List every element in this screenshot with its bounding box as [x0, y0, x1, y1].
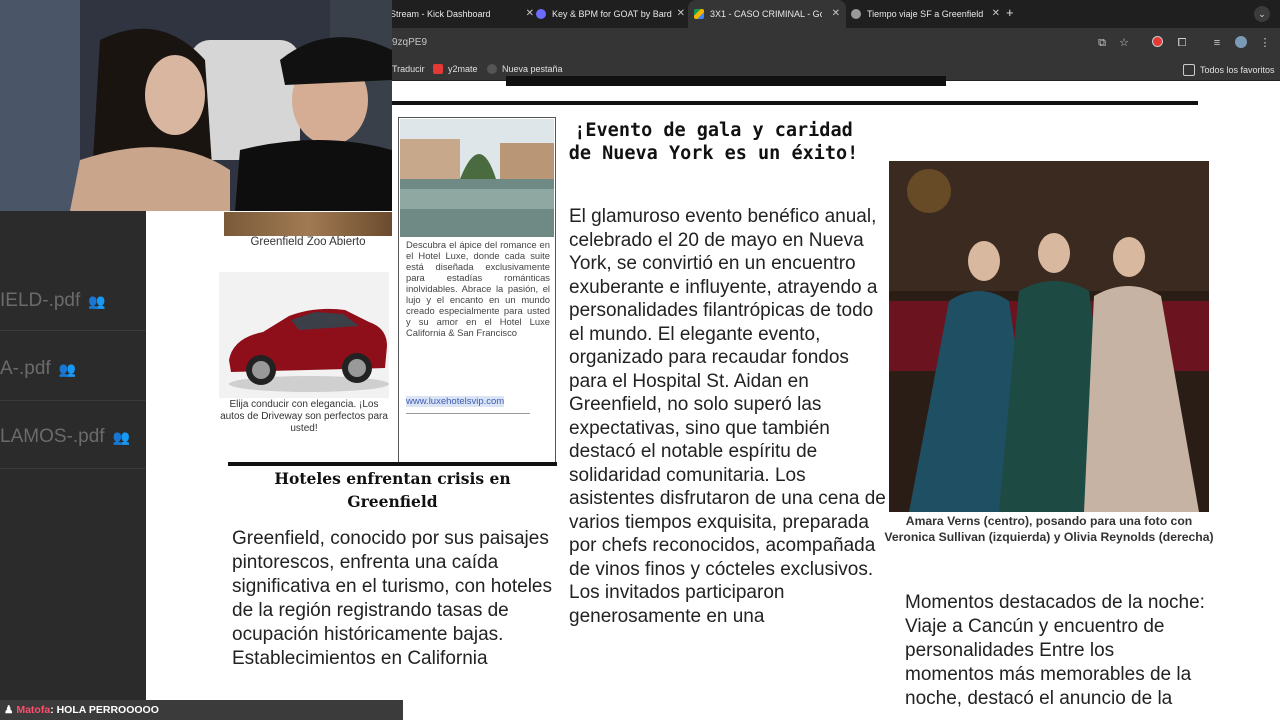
drive-file-panel: IELD-.pdf 👥 A-.pdf 👥 LAMOS-.pdf 👥	[0, 210, 146, 720]
newspaper-masthead	[506, 71, 946, 95]
tab-title: 3X1 - CASO CRIMINAL - Goo	[710, 9, 822, 19]
left-article-text: Greenfield, conocido por sus paisajes pi…	[232, 528, 552, 645]
left-article-body: Greenfield, conocido por sus paisajes pi…	[232, 527, 552, 671]
chevron-down-icon[interactable]: ⌄	[1254, 6, 1270, 22]
shared-icon: 👥	[88, 293, 106, 309]
tab-title: Key & BPM for GOAT by Bard	[552, 9, 672, 19]
car-ad-image	[219, 272, 389, 398]
gala-photo	[889, 161, 1209, 512]
y2mate-icon	[433, 64, 443, 74]
bookmark-label: Todos los favoritos	[1200, 65, 1275, 75]
left-headline: Hoteles enfrentan crisis en Greenfield	[274, 469, 511, 511]
main-article-body: El glamuroso evento benéfico anual, cele…	[569, 205, 889, 628]
hotel-ad-link[interactable]: www.luxehotelsvip.com	[406, 396, 505, 407]
close-icon[interactable]: ✕	[677, 8, 685, 19]
bookmark-traducir[interactable]: Traducir	[392, 64, 425, 74]
tab-title: Tiempo viaje SF a Greenfield	[867, 9, 984, 19]
more-menu-icon[interactable]: ⋮	[1258, 36, 1272, 50]
new-tab-icon[interactable]: +	[1006, 5, 1014, 20]
file-name: IELD-.pdf	[0, 290, 81, 311]
chat-text: : HOLA PERROOOOO	[50, 704, 159, 716]
right-article-body: Momentos destacados de la noche: Viaje a…	[905, 592, 1205, 709]
shared-icon: 👥	[112, 429, 130, 445]
hotel-pool-illustration	[400, 119, 554, 237]
divider	[406, 413, 530, 414]
tab-caso-criminal[interactable]: 3X1 - CASO CRIMINAL - Goo ✕	[688, 0, 846, 28]
tab-kick-dashboard[interactable]: Stream - Kick Dashboard ✕	[378, 0, 540, 28]
tab-tiempo-viaje[interactable]: Tiempo viaje SF a Greenfield ✕	[843, 0, 1006, 28]
tab-title: Stream - Kick Dashboard	[390, 9, 491, 19]
car-ad-caption: Elija conducir con elegancia. ¡Los autos…	[220, 399, 388, 434]
chat-username: Matofa	[16, 704, 51, 716]
chat-message: ♟ Matofa: HOLA PERROOOOO	[0, 700, 403, 720]
gala-photo-illustration	[889, 161, 1209, 512]
red-car-illustration	[219, 272, 389, 398]
hotel-pool-image	[400, 119, 554, 237]
tab-key-bpm[interactable]: Key & BPM for GOAT by Bard ✕	[530, 0, 691, 28]
main-article-text-2: Los invitados participaron generosamente…	[569, 582, 785, 627]
zoo-image	[224, 212, 392, 236]
globe-icon	[487, 64, 497, 74]
hotel-ad-text: Descubra el ápice del romance en el Hote…	[406, 239, 550, 338]
divider	[0, 468, 146, 469]
left-article-text-next: Establecimientos en California	[232, 648, 488, 669]
install-app-icon[interactable]: ⧉	[1095, 36, 1109, 50]
zoo-caption: Greenfield Zoo Abierto	[250, 236, 366, 248]
media-icon[interactable]: ≡	[1210, 36, 1224, 50]
globe-icon	[851, 9, 861, 19]
google-drive-icon	[694, 9, 704, 19]
star-icon[interactable]: ☆	[1117, 36, 1131, 50]
webcam-video	[0, 0, 392, 211]
main-headline: ¡Evento de gala y caridad de Nueva York …	[568, 120, 859, 164]
divider	[228, 462, 557, 466]
file-name: A-.pdf	[0, 358, 51, 379]
shared-icon: 👥	[58, 361, 77, 377]
avatar[interactable]	[1234, 36, 1248, 50]
all-bookmarks-folder[interactable]: Todos los favoritos	[1183, 64, 1275, 76]
chat-badge-icon: ♟	[4, 704, 14, 716]
close-icon[interactable]: ✕	[992, 8, 1000, 19]
divider	[0, 400, 146, 401]
drive-file-row[interactable]: IELD-.pdf 👥	[0, 290, 146, 312]
file-name: LAMOS-.pdf	[0, 426, 105, 447]
url-field[interactable]: 9zqPE9	[392, 37, 427, 48]
folder-icon	[1183, 64, 1195, 76]
bard-icon	[536, 9, 546, 19]
bookmark-y2mate[interactable]: y2mate	[433, 64, 478, 74]
masthead-fragment	[506, 76, 946, 86]
extensions-icon[interactable]: ⧠	[1175, 36, 1189, 50]
drive-file-row[interactable]: LAMOS-.pdf 👥	[0, 426, 146, 448]
record-icon[interactable]	[1150, 36, 1164, 50]
streamer-webcam	[0, 0, 392, 211]
close-icon[interactable]: ✕	[832, 8, 840, 19]
bookmark-label: y2mate	[448, 64, 478, 74]
hotel-ad: Descubra el ápice del romance en el Hote…	[398, 117, 556, 465]
main-article-text: El glamuroso evento benéfico anual, cele…	[569, 206, 886, 580]
divider	[392, 101, 1198, 105]
drive-file-row[interactable]: A-.pdf 👥	[0, 358, 146, 380]
divider	[0, 330, 146, 331]
gala-photo-caption: Amara Verns (centro), posando para una f…	[884, 514, 1214, 544]
